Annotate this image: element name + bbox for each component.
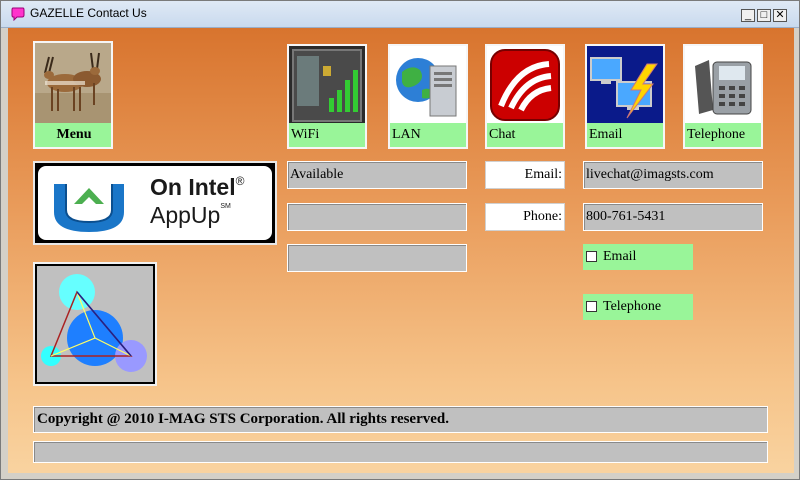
- telephone-icon: [685, 46, 761, 125]
- gazelle-photo-icon: [35, 43, 111, 123]
- maximize-button[interactable]: □: [757, 9, 771, 22]
- app-window: GAZELLE Contact Us _ □ ✕ Menu On Intel® …: [0, 0, 800, 480]
- copyright-bar: Copyright @ 2010 I-MAG STS Corporation. …: [33, 406, 768, 433]
- telephone-option-label: Telephone: [603, 299, 662, 314]
- appup-line1: On Intel: [150, 174, 236, 200]
- lan-tile[interactable]: LAN: [388, 44, 468, 149]
- email-computers-icon: [587, 46, 663, 125]
- client-area: Menu On Intel® AppUpSM WiFi LAN Chat Ema…: [8, 28, 794, 473]
- wifi-label: WiFi: [289, 123, 365, 147]
- email-option-label: Email: [603, 249, 637, 264]
- telephone-checkbox[interactable]: [586, 301, 597, 312]
- appup-icon: [54, 184, 124, 232]
- email-option[interactable]: Email: [583, 244, 693, 270]
- minimize-button[interactable]: _: [741, 9, 755, 22]
- window-title: GAZELLE Contact Us: [30, 6, 147, 20]
- menu-tile[interactable]: Menu: [33, 41, 113, 149]
- email-field-label: Email:: [485, 161, 565, 189]
- company-logo: [33, 262, 157, 386]
- lan-label: LAN: [390, 123, 466, 147]
- wifi-status-field[interactable]: Available: [287, 161, 467, 189]
- telephone-option[interactable]: Telephone: [583, 294, 693, 320]
- registered-mark: ®: [235, 174, 245, 188]
- chat-tile[interactable]: Chat: [485, 44, 565, 149]
- intel-appup-logo: On Intel® AppUpSM: [33, 161, 277, 245]
- email-value-field[interactable]: livechat@imagsts.com: [583, 161, 763, 189]
- chat-label: Chat: [487, 123, 563, 147]
- app-icon: [11, 7, 25, 21]
- phone-field-label: Phone:: [485, 203, 565, 231]
- wifi-signal-icon: [289, 46, 365, 125]
- menu-label: Menu: [35, 123, 111, 147]
- email-label: Email: [587, 123, 663, 147]
- close-button[interactable]: ✕: [773, 9, 787, 22]
- wifi-tile[interactable]: WiFi: [287, 44, 367, 149]
- servicemark: SM: [220, 203, 231, 210]
- status-field-2[interactable]: [287, 203, 467, 231]
- chat-icon: [487, 46, 563, 125]
- email-tile[interactable]: Email: [585, 44, 665, 149]
- title-bar[interactable]: GAZELLE Contact Us _ □ ✕: [1, 1, 799, 28]
- status-field-3[interactable]: [287, 244, 467, 272]
- phone-value-field[interactable]: 800-761-5431: [583, 203, 763, 231]
- email-checkbox[interactable]: [586, 251, 597, 262]
- lan-server-icon: [390, 46, 466, 125]
- status-bar: [33, 441, 768, 463]
- molecule-icon: [37, 266, 153, 382]
- telephone-tile[interactable]: Telephone: [683, 44, 763, 149]
- appup-line2: AppUp: [150, 202, 221, 228]
- telephone-label: Telephone: [685, 123, 761, 147]
